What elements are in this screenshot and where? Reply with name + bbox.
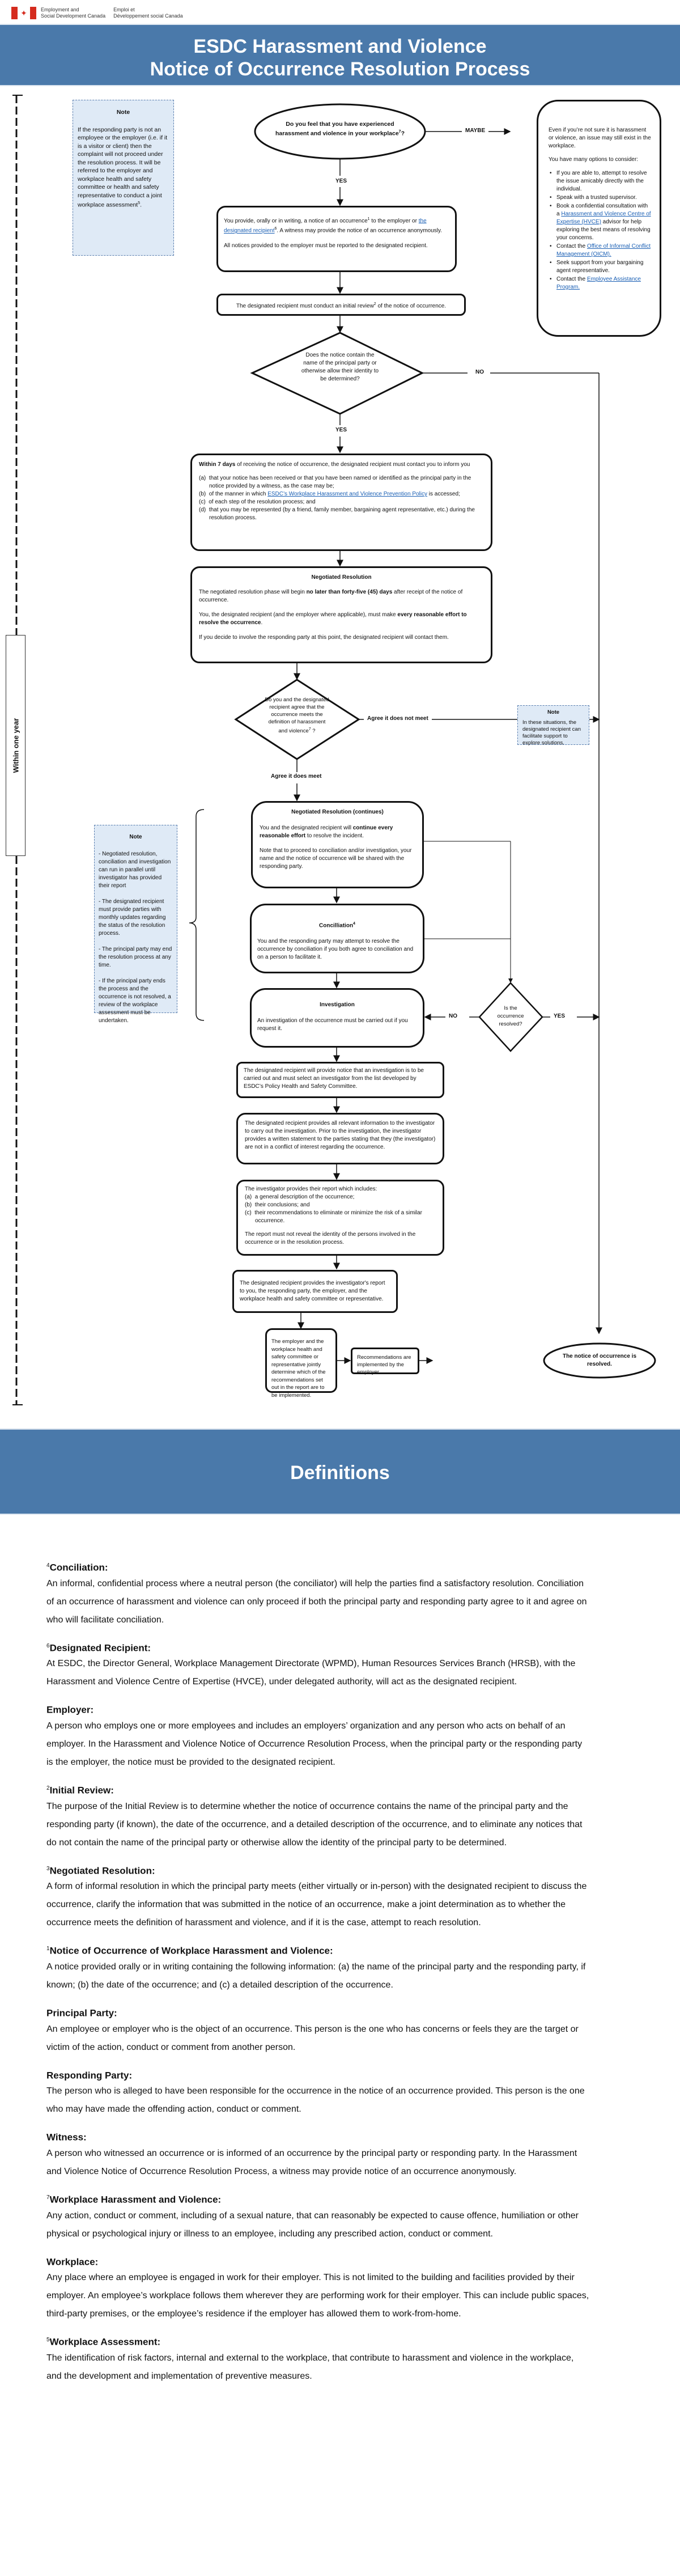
definition-item: Witness: A person who witnessed an occurr… (46, 2132, 577, 2176)
definition-item: 3Negotiated Resolution: A form of informa… (46, 1865, 587, 1928)
negotiated-resolution-box: Negotiated Resolution The negotiated res… (190, 566, 492, 663)
provide-report-box: The designated recipient provides the in… (232, 1270, 398, 1313)
page-title-line2: Notice of Occurrence Resolution Process (150, 58, 530, 80)
negotiated-resolution-continues-box: Negotiated Resolution (continues) You an… (251, 801, 424, 888)
canada-flag-icon: ✦ (11, 7, 36, 19)
conciliation-box: Concilliation4 You and the responding pa… (250, 904, 424, 973)
within7-item: (d) that you may be represented (by a fr… (199, 507, 475, 521)
agree-meet-label: Agree it does meet (267, 773, 325, 779)
definition-item: Responding Party: The person who is alleg… (46, 2070, 585, 2115)
page-title-line1: ESDC Harassment and Violence (193, 36, 487, 57)
option-item: If you are able to, attempt to resolve t… (549, 170, 652, 193)
definition-item: Workplace: Any place where an employee is… (46, 2256, 589, 2319)
note-facilitate-support: Note In these situations, the designated… (517, 705, 589, 746)
definition-item: 1Notice of Occurrence of Workplace Haras… (46, 1945, 586, 1990)
definition-item: Employer: A person who employs one or mor… (46, 1704, 583, 1767)
maybe-label: MAYBE (462, 128, 489, 134)
option-item: Contact the Employee Assistance Program. (549, 276, 652, 291)
investigator-report-box: The investigator provides their report w… (236, 1180, 444, 1256)
policy-link[interactable]: ESDC’s Workplace Harassment and Violence… (267, 491, 427, 497)
jointly-determine-box: The employer and the workplace health an… (265, 1328, 337, 1399)
provide-notice-box: You provide, orally or in writing, a not… (216, 206, 457, 272)
definitions-title: Definitions (290, 1462, 390, 1484)
within7-item: (b) of the manner in which ESDC’s Workpl… (199, 491, 460, 497)
option-item: Speak with a trusted supervisor. (549, 194, 652, 202)
definition-item: 4Conciliation: An informal, confidential … (46, 1562, 587, 1625)
options-list: If you are able to, attempt to resolve t… (549, 170, 652, 291)
yes-label-3: YES (550, 1013, 569, 1019)
option-item: Seek support from your bargaining agent … (549, 259, 652, 275)
start-question: Do you feel that you have experienced ha… (275, 121, 405, 137)
timeline-label: Within one year (6, 635, 26, 856)
page-title-banner: ESDC Harassment and Violence Notice of O… (0, 24, 680, 86)
yes-label-2: YES (332, 427, 351, 433)
provide-information-box: The designated recipient provides all re… (236, 1113, 444, 1164)
yes-label-1: YES (332, 178, 351, 184)
option-item: Book a confidential consultation with a … (549, 202, 652, 242)
within7-item: (c) of each step of the resolution proce… (199, 499, 316, 505)
report-item: (b) their conclusions; and (245, 1202, 310, 1208)
investigation-box: Investigation An investigation of the oc… (250, 988, 424, 1048)
definition-item: 6Designated Recipient: At ESDC, the Direc… (46, 1642, 576, 1687)
definition-item: 2Initial Review: The purpose of the Initi… (46, 1785, 583, 1848)
report-item: (a) a general description of the occurre… (245, 1194, 355, 1200)
definition-item: 7Workplace Harassment and Violence: Any a… (46, 2194, 579, 2239)
agree-not-meet-label: Agree it does not meet (364, 715, 432, 722)
report-item: (c) their recommendations to eliminate o… (245, 1210, 422, 1224)
resolved-end-text: The notice of occurrence is resolved. (562, 1353, 637, 1367)
gc-signature: ✦ Employment and Social Development Canad… (11, 7, 183, 22)
recommendations-implemented-box: Recommendations are implemented by the e… (351, 1348, 419, 1375)
definitions-list: 4Conciliation: An informal, confidential … (46, 1559, 590, 2396)
parallel-bracket (189, 809, 205, 1021)
meets-question: Do you and the designated recipient agre… (265, 697, 329, 735)
resolved-question: Is the occurrence resolved? (497, 1005, 524, 1027)
select-investigator-box: The designated recipient will provide no… (236, 1062, 444, 1098)
org-name-en: Employment and Social Development Canada (41, 7, 106, 19)
definition-item: Principal Party: An employee or employer … (46, 2007, 579, 2052)
no-label-2: NO (445, 1013, 461, 1019)
maybe-options-box: Even if you’re not sure it is harassment… (537, 100, 661, 337)
definition-item: 5Workplace Assessment: The identification… (46, 2336, 574, 2381)
org-name-fr: Emploi et Développement social Canada (113, 7, 183, 19)
note-non-employee: Note If the responding party is not an e… (73, 100, 174, 256)
definitions-banner: Definitions (0, 1429, 680, 1515)
no-label-1: NO (472, 369, 487, 375)
within7-item: (a) that your notice has been received o… (199, 475, 471, 489)
negotiated-title: Negotiated Resolution (311, 574, 372, 581)
identity-question: Does the notice contain the name of the … (301, 352, 379, 382)
note-parallel-process: Note - Negotiated resolution, conciliati… (94, 825, 177, 1024)
initial-review-box: The designated recipient must conduct an… (216, 294, 466, 316)
option-item: Contact the Office of Informal Conflict … (549, 243, 652, 259)
within-7-days-box: Within 7 days of receiving the notice of… (190, 454, 492, 551)
